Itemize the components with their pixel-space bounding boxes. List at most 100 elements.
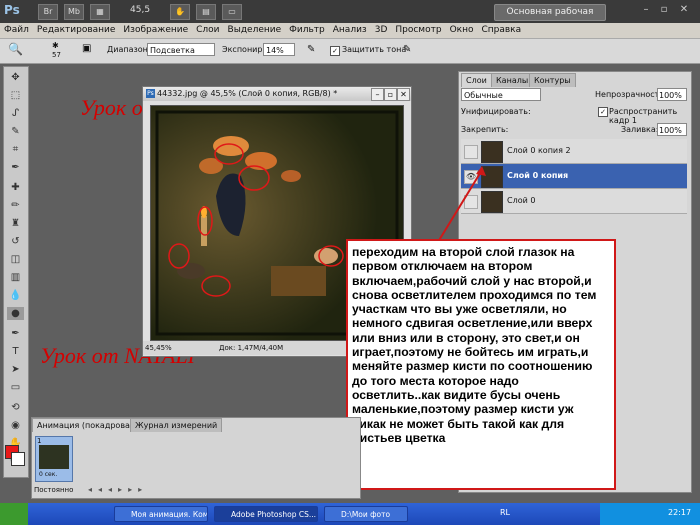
fill-input[interactable]: 100%	[657, 123, 687, 136]
layer-name: Слой 0 копия 2	[507, 146, 571, 155]
app-bar: Ps Br Mb ▦ 45,5 ✋ ▤ ▭ Основная рабочая с…	[0, 0, 700, 32]
menu-image[interactable]: Изображение	[119, 23, 192, 38]
system-tray: 22:17	[600, 503, 700, 525]
quick-select-tool-icon[interactable]: ✎	[7, 125, 24, 138]
task-photoshop[interactable]: Adobe Photoshop CS...	[214, 506, 318, 522]
photoshop-logo: Ps	[4, 3, 20, 17]
screen-mode-icon[interactable]: ▭	[222, 4, 242, 20]
opacity-label: Непрозрачность:	[595, 90, 667, 99]
3d-rotate-tool-icon[interactable]: ⟲	[7, 401, 24, 414]
fill-label: Заливка:	[621, 125, 659, 134]
layer-row[interactable]: Слой 0	[461, 189, 687, 214]
protect-tones-label: Защитить тона	[342, 45, 407, 54]
unify-label: Унифицировать:	[461, 107, 531, 116]
task-explorer[interactable]: D:\Мои фото	[324, 506, 408, 522]
layer-name: Слой 0 копия	[507, 171, 569, 180]
ps-document-icon: Ps	[146, 89, 155, 98]
type-tool-icon[interactable]: T	[7, 345, 24, 358]
pen-tool-icon[interactable]: ✒	[7, 327, 24, 340]
layer-row[interactable]: Слой 0 копия 2	[461, 139, 687, 164]
opacity-input[interactable]: 100%	[657, 88, 687, 101]
pointer-arrow	[437, 166, 486, 243]
tab-channels[interactable]: Каналы	[491, 73, 534, 87]
frame-delay[interactable]: 0 сек.	[39, 471, 57, 478]
tab-measurement-log[interactable]: Журнал измерений	[130, 418, 223, 432]
frame-number: 1	[37, 437, 42, 445]
tab-layers[interactable]: Слои	[461, 73, 492, 87]
eyedropper-tool-icon[interactable]: ✒	[7, 161, 24, 174]
path-select-tool-icon[interactable]: ➤	[7, 363, 24, 376]
menu-analysis[interactable]: Анализ	[329, 23, 371, 38]
menu-view[interactable]: Просмотр	[391, 23, 445, 38]
animation-frame[interactable]: 1 0 сек.	[35, 436, 73, 482]
playback-controls[interactable]: ◂◂◂▸▸▸	[88, 485, 148, 494]
menu-layer[interactable]: Слои	[192, 23, 223, 38]
tools-panel: ✥ ⬚ ᔑ ✎ ⌗ ✒ ✚ ✏ ♜ ↺ ◫ ▥ 💧 ● ✒ T ➤ ▭ ⟲ ◉ …	[3, 66, 29, 478]
crop-tool-icon[interactable]: ⌗	[7, 143, 24, 156]
3d-camera-tool-icon[interactable]: ◉	[7, 419, 24, 432]
dodge-tool-icon[interactable]: 🔍	[8, 42, 23, 56]
zoom-level[interactable]: 45,5	[130, 5, 150, 15]
lasso-tool-icon[interactable]: ᔑ	[7, 107, 24, 120]
pressure-icon[interactable]: ✎	[403, 44, 411, 55]
background-color-swatch[interactable]	[11, 452, 25, 466]
language-indicator[interactable]: RL	[500, 508, 510, 517]
loop-select[interactable]: Постоянно	[34, 486, 73, 494]
menu-window[interactable]: Окно	[446, 23, 478, 38]
minimize-button[interactable]: –	[640, 4, 652, 16]
lock-label: Закрепить:	[461, 125, 509, 134]
taskbar: Моя анимация. Комм... Adobe Photoshop CS…	[0, 503, 700, 525]
dodge-tool-icon[interactable]: ●	[7, 307, 24, 320]
eraser-tool-icon[interactable]: ◫	[7, 253, 24, 266]
airbrush-icon[interactable]: ✎	[307, 44, 315, 55]
task-opera[interactable]: Моя анимация. Комм...	[114, 506, 208, 522]
layer-row-selected[interactable]: 👁 Слой 0 копия	[461, 164, 687, 189]
range-select[interactable]: Подсветка	[147, 43, 215, 56]
options-bar: 🔍 ✱ 57 ▣ Диапазон: Подсветка Экспонир.: …	[0, 39, 700, 64]
doc-minimize-button[interactable]: –	[371, 88, 384, 101]
exposure-label: Экспонир.:	[222, 45, 268, 54]
menu-filter[interactable]: Фильтр	[285, 23, 329, 38]
tab-paths[interactable]: Контуры	[529, 73, 576, 87]
propagate-checkbox[interactable]: ✓	[598, 107, 608, 117]
exposure-input[interactable]: 14%	[263, 43, 295, 56]
marquee-tool-icon[interactable]: ⬚	[7, 89, 24, 102]
document-zoom[interactable]: 45,45%	[145, 341, 172, 355]
doc-close-button[interactable]: ✕	[397, 88, 410, 101]
menu-file[interactable]: Файл	[0, 23, 33, 38]
protect-tones-checkbox[interactable]: ✓	[330, 46, 340, 56]
layer-name: Слой 0	[507, 196, 536, 205]
close-button[interactable]: ✕	[678, 4, 690, 16]
move-tool-icon[interactable]: ✥	[7, 71, 24, 84]
view-extras-button[interactable]: ▦	[90, 4, 110, 20]
brush-panel-icon[interactable]: ▣	[82, 43, 91, 54]
blend-mode-select[interactable]: Обычные	[461, 88, 541, 101]
stamp-tool-icon[interactable]: ♜	[7, 217, 24, 230]
workspace-button[interactable]: Основная рабочая среда	[494, 4, 606, 32]
healing-tool-icon[interactable]: ✚	[7, 181, 24, 194]
menu-help[interactable]: Справка	[477, 23, 525, 38]
blur-tool-icon[interactable]: 💧	[7, 289, 24, 302]
tab-animation[interactable]: Анимация (покадровая)	[32, 418, 143, 432]
brush-tool-icon[interactable]: ✏	[7, 199, 24, 212]
clock: 22:17	[668, 508, 692, 517]
shape-tool-icon[interactable]: ▭	[7, 381, 24, 394]
doc-maximize-button[interactable]: ▫	[384, 88, 397, 101]
minibridge-button[interactable]: Mb	[64, 4, 84, 20]
menu-edit[interactable]: Редактирование	[33, 23, 120, 38]
frame-thumbnail	[39, 445, 69, 469]
animation-panel: Анимация (покадровая) Журнал измерений 1…	[31, 417, 361, 499]
brush-preset-icon[interactable]: ✱	[52, 41, 59, 50]
arrange-documents-icon[interactable]: ▤	[196, 4, 216, 20]
maximize-button[interactable]: ▫	[658, 4, 670, 16]
visibility-toggle[interactable]	[464, 145, 478, 159]
start-button[interactable]	[0, 503, 28, 525]
history-brush-icon[interactable]: ↺	[7, 235, 24, 248]
menu-select[interactable]: Выделение	[224, 23, 286, 38]
hand-tool-icon[interactable]: ✋	[170, 4, 190, 20]
gradient-tool-icon[interactable]: ▥	[7, 271, 24, 284]
range-label: Диапазон:	[107, 45, 151, 54]
menu-bar: Файл Редактирование Изображение Слои Выделен…	[0, 23, 700, 39]
menu-3d[interactable]: 3D	[371, 23, 392, 38]
bridge-button[interactable]: Br	[38, 4, 58, 20]
